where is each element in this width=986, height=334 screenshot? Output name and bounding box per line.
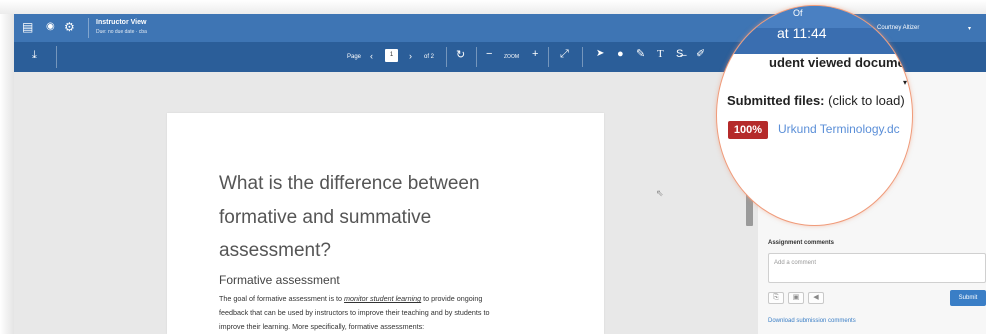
doc-title-line-3: assessment? — [219, 240, 331, 261]
page-total: of 2 — [424, 54, 435, 60]
mouse-cursor-icon: ⇖ — [656, 188, 664, 198]
document-icon[interactable]: ▤ — [22, 21, 33, 33]
media-comment-icon[interactable]: ▣ — [788, 292, 804, 304]
audio-comment-icon[interactable]: ◀ — [808, 292, 824, 304]
page-subtitle: Due: no due date · cba — [96, 29, 147, 35]
toolbar-divider — [548, 47, 549, 67]
zoom-in-icon[interactable]: + — [532, 49, 538, 60]
page-title: Instructor View — [96, 19, 147, 26]
submit-button[interactable]: Submit — [950, 290, 986, 306]
doc-text-segment: to provide ongoing — [421, 294, 483, 303]
toolbar-divider — [56, 46, 57, 68]
submitted-file-link[interactable]: Urkund Terminology.dc — [778, 122, 900, 136]
doc-title-line-2: formative and summative — [219, 207, 432, 228]
viewed-document-label: udent viewed document: — [769, 55, 913, 70]
point-annotation-icon[interactable]: ● — [617, 49, 624, 60]
doc-title-line-1: What is the difference between — [219, 173, 480, 194]
prev-page-icon[interactable]: ‹ — [370, 51, 373, 61]
doc-paragraph-line-1: The goal of formative assessment is to m… — [219, 294, 482, 303]
draw-icon[interactable]: ✐ — [696, 49, 705, 60]
chevron-down-icon[interactable]: ▾ — [968, 25, 971, 32]
text-tool-icon[interactable]: T — [657, 49, 664, 60]
document-page: What is the difference between formative… — [167, 113, 604, 334]
magnifier-callout: Of at 11:44 udent viewed document: ▾ Sub… — [716, 5, 913, 226]
doc-text-segment: The goal of formative assessment is to — [219, 294, 345, 303]
zoom-label: ZOOM — [504, 54, 519, 60]
doc-emphasis: monitor student learning — [344, 294, 422, 303]
select-cursor-icon[interactable]: ➤ — [596, 49, 604, 59]
gear-icon[interactable]: ⚙ — [64, 21, 75, 33]
doc-heading: Formative assessment — [219, 273, 340, 287]
page-number-input[interactable]: 1 — [385, 49, 398, 62]
header-divider — [88, 18, 89, 38]
highlight-icon[interactable]: ✎ — [636, 49, 645, 60]
submitted-files-bold: Submitted files: — [727, 93, 825, 108]
backdrop-left — [0, 14, 14, 334]
rotate-icon[interactable]: ↻ — [456, 50, 465, 61]
submission-time: at 11:44 — [777, 25, 827, 41]
download-comments-link[interactable]: Download submission comments — [768, 318, 856, 324]
eye-icon[interactable]: ◉ — [46, 22, 55, 32]
comment-placeholder: Add a comment — [774, 260, 817, 266]
next-page-icon[interactable]: › — [409, 51, 412, 61]
toolbar-divider — [582, 47, 583, 67]
strikeout-icon[interactable]: S̶ — [676, 49, 683, 60]
submitted-files-label: Submitted files: (click to load) — [727, 93, 905, 108]
fullscreen-icon[interactable]: ⤢ — [560, 49, 569, 60]
chevron-down-icon[interactable]: ▾ — [903, 78, 907, 87]
toolbar-divider — [476, 47, 477, 67]
attach-file-icon[interactable]: ⎘ — [768, 292, 784, 304]
page-label: Page — [347, 54, 362, 60]
comment-input[interactable]: Add a comment — [768, 253, 986, 283]
zoom-out-icon[interactable]: − — [486, 49, 492, 60]
magnified-partial-label: Of — [793, 8, 803, 18]
assignment-comments-label: Assignment comments — [768, 240, 835, 246]
similarity-score-badge[interactable]: 100% — [728, 121, 768, 139]
submitted-files-hint: (click to load) — [824, 93, 905, 108]
doc-paragraph-line-3: improve their learning. More specificall… — [219, 322, 425, 331]
download-icon[interactable]: ⤓ — [32, 50, 37, 61]
toolbar-divider — [446, 47, 447, 67]
doc-paragraph-line-2: feedback that can be used by instructors… — [219, 308, 490, 317]
